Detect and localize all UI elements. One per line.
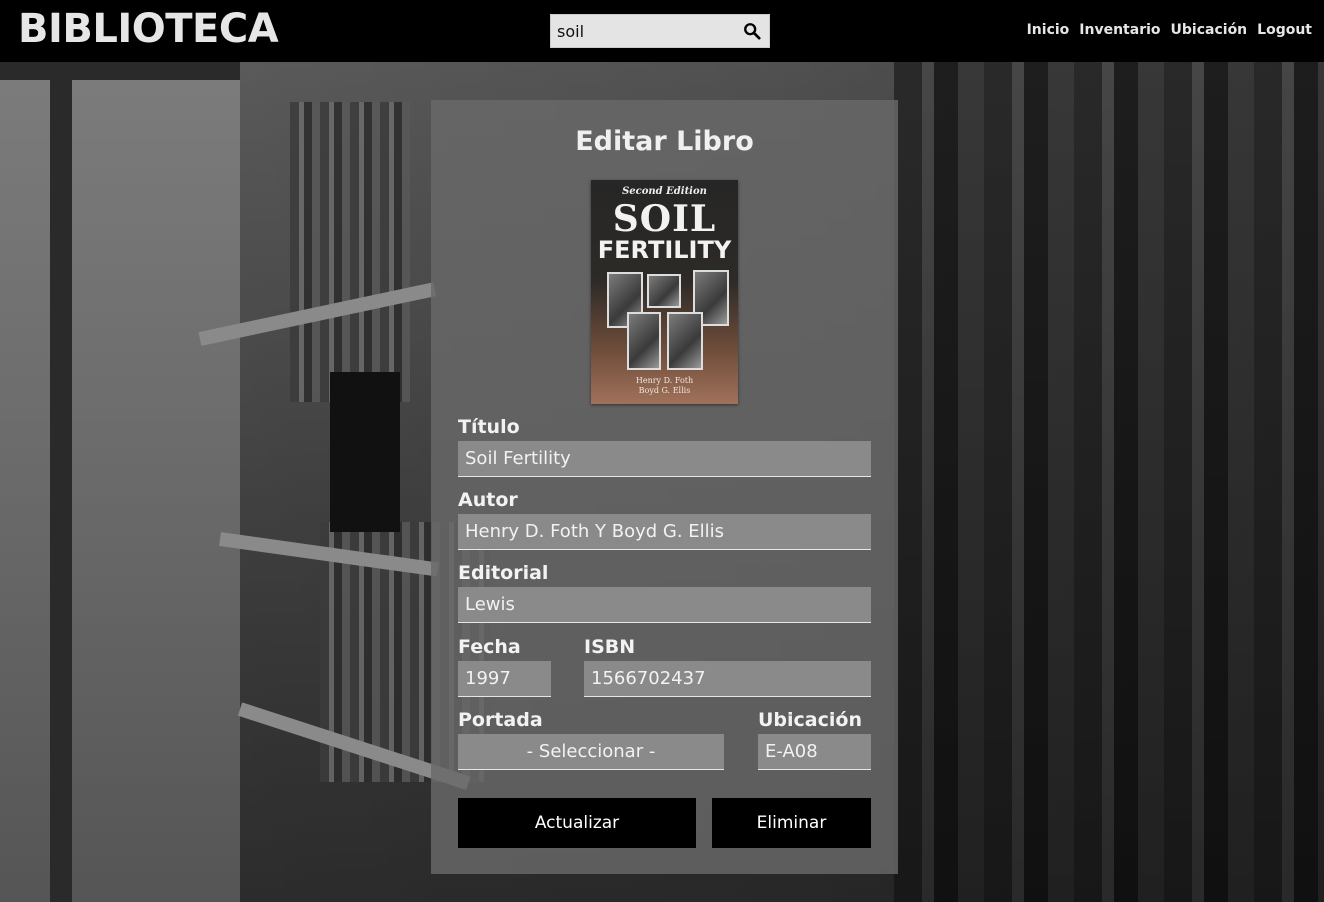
isbn-label: ISBN [584, 636, 636, 658]
editorial-field[interactable] [458, 587, 871, 623]
cover-edition: Second Edition [622, 186, 707, 197]
ubicacion-label: Ubicación [758, 709, 862, 731]
portada-select[interactable]: - Seleccionar - [458, 734, 724, 770]
nav-link-inicio[interactable]: Inicio [1027, 22, 1070, 38]
nav-link-logout[interactable]: Logout [1257, 22, 1312, 38]
ubicacion-field[interactable] [758, 734, 871, 770]
update-button[interactable]: Actualizar [458, 798, 696, 848]
delete-button[interactable]: Eliminar [712, 798, 871, 848]
book-cover-image: Second Edition SOIL FERTILITY Henry D. F… [591, 180, 738, 404]
cover-author: Henry D. Foth [635, 376, 694, 385]
background-window-frame [0, 62, 240, 80]
nav-link-inventario[interactable]: Inventario [1079, 22, 1160, 38]
edit-book-panel: Editar Libro Second Edition SOIL FERTILI… [431, 100, 898, 874]
autor-label: Autor [458, 489, 518, 511]
brand-logo[interactable]: BIBLIOTECA [18, 6, 279, 52]
portada-label: Portada [458, 709, 543, 731]
cover-title: FERTILITY [597, 236, 732, 264]
top-navbar: BIBLIOTECA Inicio Inventario Ubicación L… [0, 0, 1324, 62]
background-window-frame [50, 62, 72, 902]
cover-photo [647, 274, 681, 308]
titulo-field[interactable] [458, 441, 871, 477]
cover-photo [667, 312, 703, 370]
isbn-field[interactable] [584, 661, 871, 697]
fecha-label: Fecha [458, 636, 521, 658]
background-window [0, 62, 240, 902]
cover-author: Boyd G. Ellis [638, 386, 691, 395]
main-nav: Inicio Inventario Ubicación Logout [1027, 22, 1312, 38]
cover-photo [627, 312, 661, 370]
fecha-field[interactable] [458, 661, 551, 697]
cover-title: SOIL [612, 198, 717, 240]
search-input[interactable] [551, 15, 737, 47]
autor-field[interactable] [458, 514, 871, 550]
editorial-label: Editorial [458, 562, 549, 584]
titulo-label: Título [458, 416, 520, 438]
background-shelf-post [330, 372, 400, 532]
background-shade [894, 62, 1324, 902]
page-title: Editar Libro [575, 126, 754, 157]
search-icon[interactable] [743, 22, 761, 40]
background-books [290, 102, 410, 402]
search-box [550, 14, 770, 48]
nav-link-ubicacion[interactable]: Ubicación [1171, 22, 1248, 38]
cover-authors: Henry D. Foth Boyd G. Ellis [591, 376, 738, 396]
